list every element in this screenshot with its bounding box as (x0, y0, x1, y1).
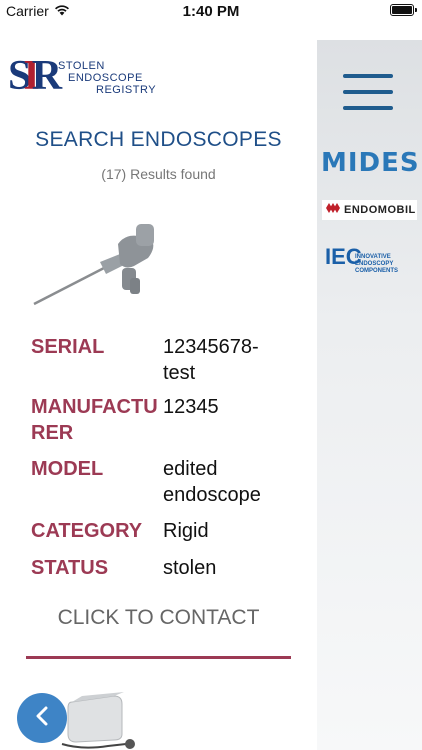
logo-line-3: REGISTRY (96, 84, 157, 96)
detail-row-status: STATUS stolen (31, 555, 301, 581)
logo-line-1: STOLEN (58, 60, 105, 72)
back-button[interactable] (17, 693, 67, 743)
model-value: edited endoscope (163, 458, 261, 506)
category-label: CATEGORY (31, 520, 143, 542)
status-value: stolen (163, 557, 217, 579)
status-label: STATUS (31, 557, 109, 579)
brand-logo-endomobil[interactable]: ENDOMOBIL (322, 200, 417, 220)
brand-logo-iec[interactable]: IEC INNOVATIVE ENDOSCOPY COMPONENTS (325, 244, 420, 276)
brand-logo-mides[interactable]: MIDES (321, 148, 419, 178)
serial-value: 12345678-test (163, 336, 259, 384)
serial-label: SERIAL (31, 336, 105, 358)
detail-row-manufacturer: MANUFACTURER 12345 (31, 394, 301, 446)
manufacturer-value: 12345 (163, 396, 219, 418)
model-label: MODEL (31, 458, 104, 480)
endomobil-mark-icon (325, 201, 341, 219)
logo-monogram: SIR (8, 53, 62, 99)
page-title: SEARCH ENDOSCOPES (35, 128, 282, 151)
endoscope-image[interactable] (30, 218, 160, 310)
result-divider (26, 656, 291, 659)
battery-icon (390, 4, 417, 16)
detail-row-category: CATEGORY Rigid (31, 518, 301, 544)
hamburger-menu-icon[interactable] (343, 72, 393, 112)
endomobil-text: ENDOMOBIL (344, 204, 416, 216)
brand-sidebar: MIDES ENDOMOBIL IEC INNOVATIVE ENDOSCOPY… (317, 40, 422, 750)
status-right (390, 4, 417, 16)
status-bar: Carrier 1:40 PM (0, 0, 422, 22)
status-time: 1:40 PM (182, 3, 240, 20)
logo-line-2: ENDOSCOPE (68, 72, 143, 84)
endoscope-details: SERIAL 12345678-test MANUFACTURER 12345 … (31, 334, 301, 581)
chevron-left-icon (34, 706, 50, 731)
detail-row-model: MODEL edited endoscope (31, 456, 301, 508)
iec-tagline: INNOVATIVE ENDOSCOPY COMPONENTS (355, 254, 399, 274)
detail-row-serial: SERIAL 12345678-test (31, 334, 301, 386)
contact-button[interactable]: CLICK TO CONTACT (0, 606, 317, 630)
manufacturer-label: MANUFACTURER (31, 396, 158, 444)
app-logo: SIR STOLEN ENDOSCOPE REGISTRY (8, 52, 158, 100)
results-count: (17) Results found (101, 166, 216, 182)
category-value: Rigid (163, 520, 209, 542)
